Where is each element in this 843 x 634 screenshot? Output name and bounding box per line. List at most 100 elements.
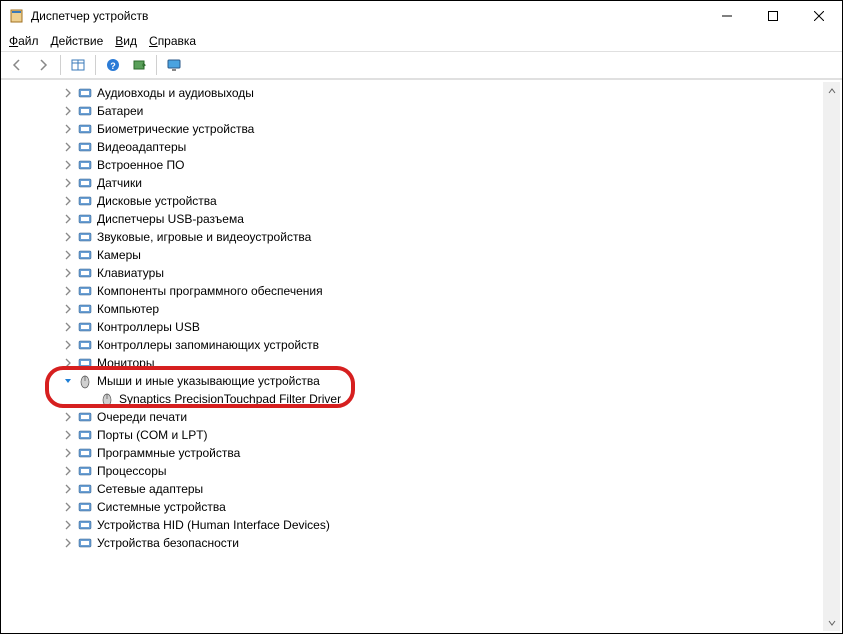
device-icon xyxy=(77,427,93,443)
device-icon xyxy=(77,193,93,209)
chevron-right-icon[interactable] xyxy=(61,410,75,424)
tree-node[interactable]: Сетевые адаптеры xyxy=(3,480,823,498)
tree-node-label: Сетевые адаптеры xyxy=(97,482,203,496)
tree-node[interactable]: Компоненты программного обеспечения xyxy=(3,282,823,300)
scroll-up-button[interactable] xyxy=(823,82,840,99)
title-bar: Диспетчер устройств xyxy=(1,1,842,31)
tree-node[interactable]: Компьютер xyxy=(3,300,823,318)
chevron-right-icon[interactable] xyxy=(61,302,75,316)
chevron-right-icon[interactable] xyxy=(61,536,75,550)
tree-node-label: Очереди печати xyxy=(97,410,187,424)
window-title: Диспетчер устройств xyxy=(31,9,704,23)
tree-node[interactable]: Процессоры xyxy=(3,462,823,480)
chevron-down-icon[interactable] xyxy=(61,374,75,388)
tree-node[interactable]: Звуковые, игровые и видеоустройства xyxy=(3,228,823,246)
tree-node[interactable]: Клавиатуры xyxy=(3,264,823,282)
tree-node[interactable]: Мониторы xyxy=(3,354,823,372)
tree-node[interactable]: Контроллеры USB xyxy=(3,318,823,336)
device-icon xyxy=(77,283,93,299)
tree-node[interactable]: Системные устройства xyxy=(3,498,823,516)
device-icon xyxy=(77,247,93,263)
tree-node[interactable]: Батареи xyxy=(3,102,823,120)
tree-node[interactable]: Встроенное ПО xyxy=(3,156,823,174)
scroll-down-button[interactable] xyxy=(823,614,840,631)
tree-node-label: Диспетчеры USB-разъема xyxy=(97,212,244,226)
tree-node[interactable]: Контроллеры запоминающих устройств xyxy=(3,336,823,354)
chevron-right-icon[interactable] xyxy=(61,500,75,514)
toolbar-separator xyxy=(95,55,96,75)
chevron-right-icon[interactable] xyxy=(61,140,75,154)
device-icon xyxy=(77,355,93,371)
chevron-right-icon[interactable] xyxy=(61,482,75,496)
device-icon xyxy=(77,535,93,551)
chevron-right-icon[interactable] xyxy=(61,338,75,352)
maximize-button[interactable] xyxy=(750,1,796,31)
tree-node-label: Компьютер xyxy=(97,302,159,316)
device-icon xyxy=(77,481,93,497)
tree-node-label: Клавиатуры xyxy=(97,266,164,280)
device-icon xyxy=(77,121,93,137)
tree-node[interactable]: Дисковые устройства xyxy=(3,192,823,210)
device-icon xyxy=(77,499,93,515)
chevron-right-icon[interactable] xyxy=(61,356,75,370)
device-tree[interactable]: Аудиовходы и аудиовыходы Батареи Биометрич… xyxy=(3,82,823,631)
chevron-right-icon[interactable] xyxy=(61,122,75,136)
vertical-scrollbar[interactable] xyxy=(823,82,840,631)
chevron-right-icon[interactable] xyxy=(61,212,75,226)
tree-node-label: Дисковые устройства xyxy=(97,194,217,208)
detail-view-button[interactable] xyxy=(66,53,90,77)
chevron-right-icon[interactable] xyxy=(61,428,75,442)
chevron-right-icon[interactable] xyxy=(61,86,75,100)
tree-node[interactable]: Камеры xyxy=(3,246,823,264)
menu-view[interactable]: Вид xyxy=(115,34,137,48)
tree-node[interactable]: Датчики xyxy=(3,174,823,192)
chevron-right-icon[interactable] xyxy=(61,158,75,172)
tree-node[interactable]: Очереди печати xyxy=(3,408,823,426)
back-button[interactable] xyxy=(5,53,29,77)
chevron-right-icon[interactable] xyxy=(61,176,75,190)
tree-child-node[interactable]: Synaptics PrecisionTouchpad Filter Drive… xyxy=(3,390,823,408)
tree-node[interactable]: Порты (COM и LPT) xyxy=(3,426,823,444)
scan-button[interactable] xyxy=(127,53,151,77)
close-button[interactable] xyxy=(796,1,842,31)
chevron-right-icon[interactable] xyxy=(61,194,75,208)
chevron-right-icon[interactable] xyxy=(61,464,75,478)
chevron-right-icon[interactable] xyxy=(61,320,75,334)
tree-node[interactable]: Биометрические устройства xyxy=(3,120,823,138)
minimize-button[interactable] xyxy=(704,1,750,31)
tree-node[interactable]: Программные устройства xyxy=(3,444,823,462)
chevron-right-icon[interactable] xyxy=(61,266,75,280)
device-icon xyxy=(77,265,93,281)
device-icon xyxy=(77,463,93,479)
device-icon xyxy=(77,319,93,335)
menu-help[interactable]: Справка xyxy=(149,34,196,48)
menu-action[interactable]: Действие xyxy=(51,34,104,48)
help-button[interactable] xyxy=(101,53,125,77)
tree-node[interactable]: Устройства безопасности xyxy=(3,534,823,552)
tree-node-label: Видеоадаптеры xyxy=(97,140,186,154)
menu-file[interactable]: Файл xyxy=(9,34,39,48)
monitor-button[interactable] xyxy=(162,53,186,77)
tree-node[interactable]: Видеоадаптеры xyxy=(3,138,823,156)
chevron-right-icon[interactable] xyxy=(61,518,75,532)
device-icon xyxy=(77,229,93,245)
tree-node[interactable]: Устройства HID (Human Interface Devices) xyxy=(3,516,823,534)
tree-node-label: Процессоры xyxy=(97,464,167,478)
tree-node[interactable]: Диспетчеры USB-разъема xyxy=(3,210,823,228)
chevron-right-icon[interactable] xyxy=(61,104,75,118)
toolbar-separator xyxy=(60,55,61,75)
chevron-right-icon[interactable] xyxy=(61,230,75,244)
chevron-right-icon[interactable] xyxy=(61,446,75,460)
tree-node-label: Батареи xyxy=(97,104,143,118)
toolbar xyxy=(1,51,842,79)
chevron-right-icon[interactable] xyxy=(61,284,75,298)
chevron-right-icon[interactable] xyxy=(61,248,75,262)
tree-node[interactable]: Аудиовходы и аудиовыходы xyxy=(3,84,823,102)
tree-node-label: Компоненты программного обеспечения xyxy=(97,284,323,298)
tree-node-label: Аудиовходы и аудиовыходы xyxy=(97,86,254,100)
device-icon xyxy=(77,409,93,425)
tree-node[interactable]: Мыши и иные указывающие устройства xyxy=(3,372,823,390)
forward-button[interactable] xyxy=(31,53,55,77)
device-icon xyxy=(77,211,93,227)
tree-node-label: Системные устройства xyxy=(97,500,226,514)
